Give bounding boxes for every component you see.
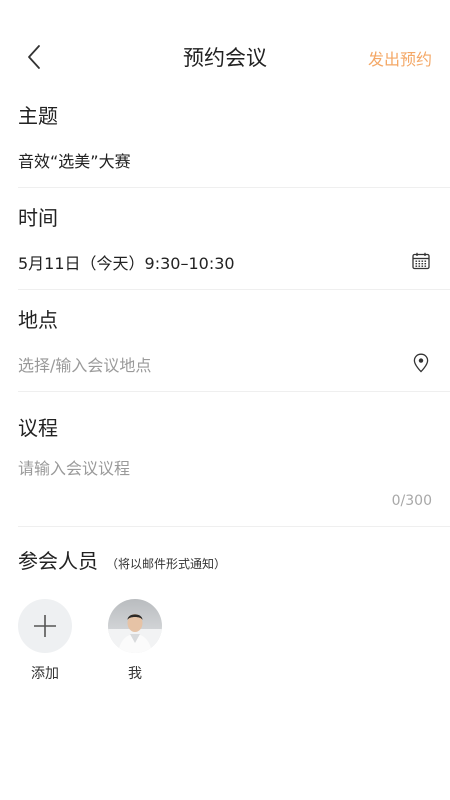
location-input[interactable]: 选择/输入会议地点 [18, 352, 450, 376]
participant-me-label: 我 [128, 666, 142, 682]
add-participant-button[interactable] [18, 599, 72, 653]
participants-label: 参会人员 [18, 549, 98, 573]
agenda-field[interactable]: 请输入会议议程 [18, 455, 450, 479]
calendar-icon [412, 252, 430, 270]
add-participant-label: 添加 [31, 666, 59, 682]
topic-section: 主题 [18, 100, 450, 129]
time-value[interactable]: 5月11日（今天）9:30–10:30 [18, 250, 450, 274]
divider [18, 391, 450, 392]
time-section: 时间 [18, 202, 450, 231]
agenda-char-counter: 0/300 [391, 493, 432, 509]
topic-label: 主题 [18, 104, 58, 128]
divider [18, 187, 450, 188]
user-avatar-icon [108, 599, 162, 653]
time-field[interactable]: 5月11日（今天）9:30–10:30 [18, 250, 450, 274]
agenda-input[interactable]: 请输入会议议程 [18, 455, 450, 479]
time-label: 时间 [18, 206, 58, 230]
location-label: 地点 [18, 308, 58, 332]
location-field[interactable]: 选择/输入会议地点 [18, 352, 450, 376]
divider [18, 526, 450, 527]
plus-icon [34, 615, 56, 637]
submit-booking-button[interactable]: 发出预约 [368, 46, 432, 70]
topic-value[interactable]: 音效“选美”大赛 [18, 148, 450, 172]
divider [18, 289, 450, 290]
agenda-section: 议程 [18, 412, 450, 441]
add-participant[interactable]: 添加 [15, 599, 75, 683]
location-picker-button[interactable] [410, 352, 432, 374]
header-bar: 预约会议 发出预约 [0, 30, 450, 84]
participant-me[interactable]: 我 [105, 599, 165, 683]
agenda-label: 议程 [18, 416, 58, 440]
calendar-button[interactable] [410, 250, 432, 272]
location-pin-icon [413, 353, 429, 373]
meeting-booking-screen: 预约会议 发出预约 主题 音效“选美”大赛 时间 5月11日（今天）9:30–1… [0, 0, 450, 800]
topic-field[interactable]: 音效“选美”大赛 [18, 148, 450, 172]
participants-section: 参会人员 （将以邮件形式通知） [18, 545, 450, 574]
avatar[interactable] [108, 599, 162, 653]
location-section: 地点 [18, 304, 450, 333]
participants-hint: （将以邮件形式通知） [106, 557, 227, 571]
